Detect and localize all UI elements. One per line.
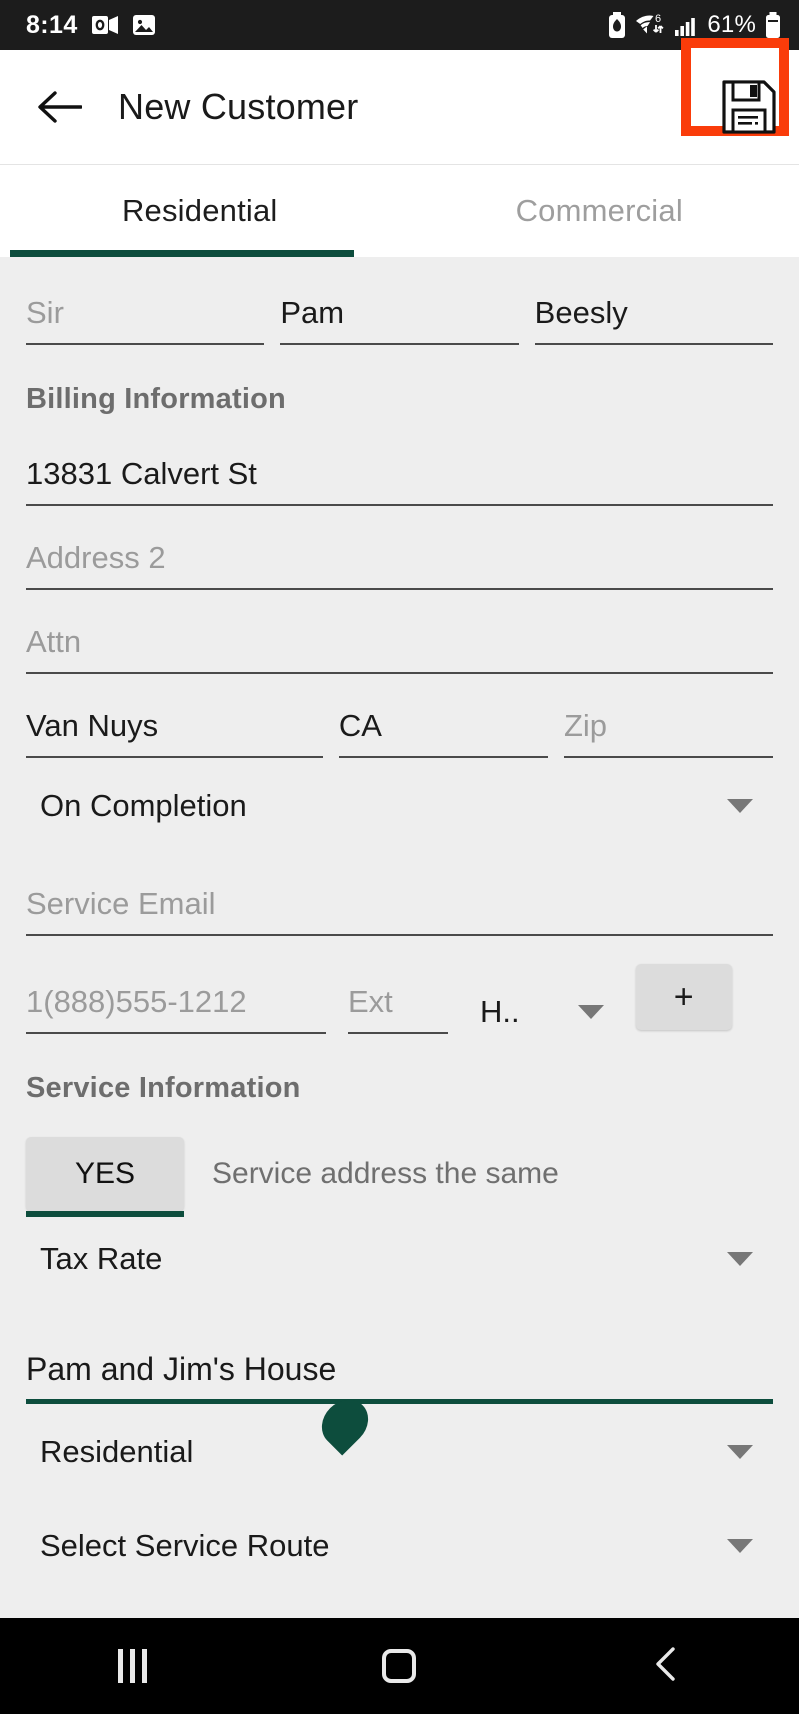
zip-field[interactable]: Zip <box>563 674 773 758</box>
location-name-field[interactable]: Pam and Jim's House <box>26 1305 773 1456</box>
tax-rate-dropdown[interactable]: Tax Rate <box>26 1211 773 1305</box>
phone-value: 1(888)555-1212 <box>26 984 247 1019</box>
last-name-underline <box>534 343 773 345</box>
phone-ext-underline <box>348 1032 448 1034</box>
state-underline <box>338 756 548 758</box>
salutation-underline <box>26 343 265 345</box>
battery-saver-icon <box>608 12 626 38</box>
state-field[interactable]: CA <box>338 674 548 758</box>
service-type-dropdown[interactable]: Residential <box>26 1404 773 1498</box>
city-underline <box>26 756 323 758</box>
phone-type-label: H.. <box>480 994 520 1029</box>
address2-value: Address 2 <box>26 540 166 575</box>
phone-underline <box>26 1032 326 1034</box>
billing-information-heading: Billing Information <box>26 383 286 415</box>
tab-active-indicator <box>10 250 354 257</box>
first-name-value: Pam <box>280 295 345 330</box>
salutation-value: Sir <box>26 295 64 330</box>
toggle-active-indicator <box>26 1211 184 1217</box>
state-value: CA <box>338 708 382 743</box>
android-navigation-bar <box>0 1618 799 1714</box>
chevron-down-icon <box>577 1005 604 1019</box>
service-address-same-row: YES Service address the same <box>26 1111 773 1217</box>
phone-row: 1(888)555-1212 Ext H.. + <box>26 936 773 1034</box>
app-bar: New Customer <box>0 38 799 165</box>
service-email-field[interactable]: Service Email <box>26 852 773 936</box>
service-address-same-label: Service address the same <box>212 1157 559 1190</box>
zip-underline <box>563 756 773 758</box>
tab-commercial[interactable]: Commercial <box>400 165 799 257</box>
city-field[interactable]: Van Nuys <box>26 674 323 758</box>
svg-text:6: 6 <box>655 13 661 25</box>
recents-icon[interactable] <box>117 1649 147 1683</box>
back-arrow-icon <box>38 91 82 123</box>
location-name-value: Pam and Jim's House <box>26 1351 337 1387</box>
last-name-field[interactable]: Beesly <box>534 261 773 345</box>
first-name-field[interactable]: Pam <box>280 261 519 345</box>
save-floppy-disk-icon <box>722 80 776 134</box>
service-information-heading: Service Information <box>26 1072 301 1104</box>
battery-percent-label: 61% <box>707 11 756 38</box>
billing-terms-label: On Completion <box>40 788 247 823</box>
phone-screen: 8:14 6 61% New Customer Residential Comm… <box>0 0 799 1714</box>
salutation-field[interactable]: Sir <box>26 261 265 345</box>
customer-type-tabs: Residential Commercial <box>0 165 799 257</box>
attn-field[interactable]: Attn <box>26 590 773 674</box>
service-email-underline <box>26 934 773 936</box>
location-name-underline <box>26 1399 773 1404</box>
service-email-value: Service Email <box>26 886 216 921</box>
cellular-signal-icon <box>674 13 698 37</box>
first-name-underline <box>280 343 519 345</box>
battery-icon <box>765 12 781 38</box>
back-button[interactable] <box>28 76 90 138</box>
address2-field[interactable]: Address 2 <box>26 506 773 590</box>
wifi-6-icon: 6 <box>635 12 665 38</box>
status-bar: 8:14 6 61% <box>0 0 799 50</box>
nav-back-icon[interactable] <box>651 1645 681 1688</box>
service-route-label: Select Service Route <box>40 1528 330 1563</box>
add-phone-button[interactable]: + <box>635 964 732 1030</box>
address1-value: 13831 Calvert St <box>26 456 257 491</box>
status-clock: 8:14 <box>26 10 78 39</box>
billing-terms-dropdown[interactable]: On Completion <box>26 758 773 852</box>
service-type-label: Residential <box>40 1434 194 1469</box>
chevron-down-icon <box>727 1445 753 1459</box>
service-route-dropdown[interactable]: Select Service Route <box>26 1498 773 1592</box>
attn-value: Attn <box>26 624 82 659</box>
name-row: Sir Pam Beesly <box>26 257 773 345</box>
save-button[interactable] <box>717 75 781 139</box>
outlook-icon <box>91 13 118 37</box>
last-name-value: Beesly <box>534 295 628 330</box>
address1-field[interactable]: 13831 Calvert St <box>26 422 773 506</box>
page-title: New Customer <box>118 86 359 127</box>
phone-type-dropdown[interactable]: H.. <box>480 994 604 1034</box>
home-icon[interactable] <box>381 1649 416 1683</box>
zip-value: Zip <box>563 708 608 743</box>
chevron-down-icon <box>727 1539 753 1553</box>
status-bar-left: 8:14 <box>26 11 156 40</box>
phone-field[interactable]: 1(888)555-1212 <box>26 950 326 1034</box>
service-address-same-toggle[interactable]: YES <box>26 1137 184 1217</box>
chevron-down-icon <box>727 1252 753 1266</box>
city-state-zip-row: Van Nuys CA Zip <box>26 674 773 758</box>
status-bar-right: 6 61% <box>608 11 781 39</box>
city-value: Van Nuys <box>26 708 159 743</box>
service-address-same-value: YES <box>74 1157 136 1190</box>
save-button-wrapper <box>681 38 789 139</box>
customer-form: Sir Pam Beesly Billing Information 13831… <box>0 257 799 1592</box>
tax-rate-label: Tax Rate <box>40 1241 163 1276</box>
tab-residential[interactable]: Residential <box>0 165 400 257</box>
phone-ext-value: Ext <box>348 984 393 1019</box>
chevron-down-icon <box>727 799 753 813</box>
phone-ext-field[interactable]: Ext <box>348 950 448 1034</box>
image-icon <box>132 13 156 37</box>
